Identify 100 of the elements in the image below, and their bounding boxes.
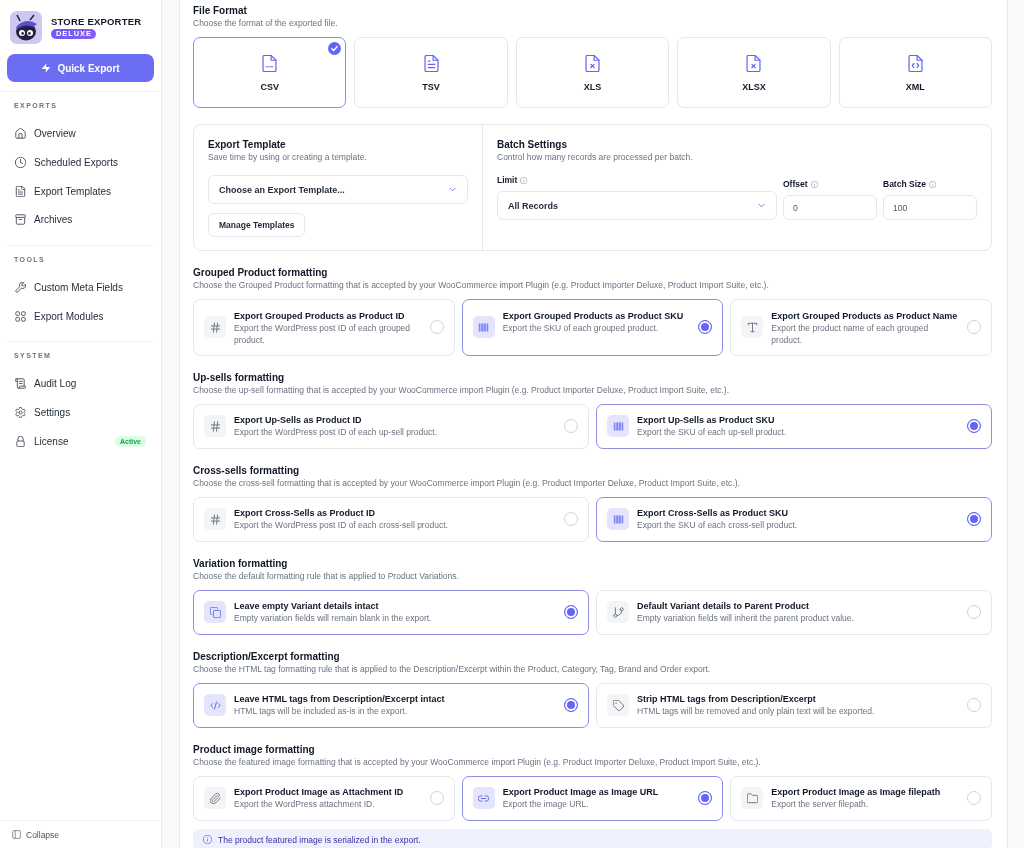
file-x-icon — [584, 55, 601, 72]
hash-icon — [204, 415, 226, 437]
section-subtitle: Choose the cross-sell formatting that is accepted by your WooCommerce import Plugin (e.g. Product Importer Deluxe, Product Import Suite, etc.). — [193, 476, 741, 489]
template-select[interactable]: Choose an Export Template... — [208, 175, 468, 204]
sidebar-item[interactable]: Export Templates — [0, 176, 161, 206]
tag-icon — [607, 694, 629, 716]
hash-icon — [204, 508, 226, 530]
format-option[interactable]: CSV — [193, 37, 347, 108]
section-subtitle: Choose the format of the exported file. — [193, 17, 339, 29]
sidebar-item[interactable]: Audit Log — [0, 369, 161, 399]
section-subtitle: Choose the HTML tag formatting rule that is applied to the Description/Excerpt within the Product, Category, Tag, Brand and Order export. — [193, 662, 712, 675]
radio-button[interactable] — [564, 698, 578, 712]
option-description: Export the WordPress post ID of each cross-sell product. — [234, 519, 449, 531]
file-x-icon — [745, 55, 763, 72]
format-option[interactable]: XLSX — [677, 37, 831, 108]
option-card[interactable]: Export Grouped Products as Product SKU Export the SKU of each grouped product. — [461, 299, 724, 356]
select-field[interactable]: All Records — [497, 191, 777, 220]
brand-name: STORE EXPORTER — [51, 16, 142, 28]
card-subtitle: Save time by using or creating a template. — [208, 151, 367, 163]
option-title: Strip HTML tags from Description/Excerpt — [637, 693, 817, 705]
check-circle-icon — [328, 42, 342, 55]
radio-button[interactable] — [564, 605, 578, 619]
folder-icon — [741, 787, 764, 809]
option-title: Export Product Image as Image filepath — [771, 786, 942, 798]
barcode-icon — [472, 316, 495, 339]
sidebar-item[interactable]: Settings — [0, 398, 161, 427]
option-title: Export Product Image as Attachment ID — [234, 786, 405, 798]
radio-button[interactable] — [967, 419, 981, 433]
section-title: Variation formatting — [193, 556, 289, 570]
chevron-down-icon — [448, 185, 457, 194]
section-subtitle: Choose the default formatting rule that is applied to Product Variations. — [193, 569, 460, 582]
barcode-icon — [607, 415, 629, 437]
chevron-down-icon — [757, 201, 766, 210]
format-option[interactable]: TSV — [354, 37, 508, 108]
barcode-icon — [607, 508, 629, 530]
lock-icon — [15, 435, 26, 447]
link-icon — [472, 787, 495, 809]
logo-icon — [10, 11, 42, 44]
hash-icon — [204, 316, 226, 339]
field-label: Offset — [783, 179, 808, 190]
option-description: Empty variation fields will remain blank in the export. — [234, 612, 433, 624]
option-title: Leave HTML tags from Description/Excerpt intact — [234, 693, 446, 705]
radio-button[interactable] — [698, 791, 713, 805]
option-description: Export the SKU of each up-sell product. — [637, 426, 788, 438]
option-card[interactable]: Export Up-Sells as Product SKU Export the SKU of each up-sell product. — [596, 403, 992, 449]
archive-box-icon — [15, 214, 26, 226]
option-description: Export the SKU of each cross-sell product. — [637, 519, 799, 531]
option-description: Export the WordPress post ID of each up-sell product. — [234, 426, 438, 438]
info-icon — [520, 177, 528, 184]
wrench-icon — [15, 282, 26, 294]
sidebar-item[interactable]: Archives — [0, 205, 161, 235]
sidebar-item[interactable]: Scheduled Exports — [0, 148, 161, 177]
clock-icon — [15, 157, 26, 169]
option-title: Export Grouped Products as Product ID — [234, 309, 406, 322]
section-title: Up-sells formatting — [193, 370, 286, 384]
document-icon — [422, 55, 440, 72]
number-input[interactable]: 100 — [883, 195, 977, 220]
option-card[interactable]: Export Grouped Products as Product Name Export the product name of each grouped product. — [730, 299, 992, 356]
manage-templates-button[interactable]: Manage Templates — [208, 213, 306, 237]
card-title: Export Template — [208, 138, 286, 151]
radio-button[interactable] — [698, 320, 713, 335]
paperclip-icon — [204, 787, 226, 809]
sidebar-item[interactable]: Custom Meta Fields — [0, 273, 161, 302]
lightning-icon — [41, 63, 52, 73]
sidebar-item[interactable]: Overview — [0, 119, 161, 149]
field-label: Limit — [497, 175, 518, 186]
card-subtitle: Control how many records are processed per batch. — [497, 151, 694, 163]
option-card[interactable]: Export Product Image as Image URL Export the image URL. — [461, 775, 724, 821]
number-input[interactable]: 0 — [783, 195, 877, 220]
option-description: Export the product name of each grouped product. — [771, 321, 930, 346]
settings-icon — [15, 407, 26, 419]
format-option[interactable]: XLS — [515, 37, 670, 108]
field-label: Batch Size — [883, 179, 926, 190]
radio-button[interactable] — [967, 512, 981, 526]
option-title: Export Grouped Products as Product SKU — [502, 309, 685, 322]
option-card[interactable]: Default Variant details to Parent Product Empty variation fields will inherit the parent product value. — [596, 589, 992, 635]
sidebar-item[interactable]: Export Modules — [0, 301, 161, 331]
copy-icon — [204, 601, 226, 623]
option-description: Export the SKU of each grouped product. — [502, 321, 660, 334]
option-card[interactable]: Export Up-Sells as Product ID Export the WordPress post ID of each up-sell product. — [193, 403, 589, 449]
quick-export-button[interactable]: Quick Export — [7, 54, 154, 82]
section-subtitle: Choose the Grouped Product formatting that is accepted by your WooCommerce import Plugin (e.g. Product Importer Deluxe, Product Import Suite, etc.). — [193, 279, 770, 291]
option-title: Export Up-Sells as Product SKU — [637, 414, 776, 426]
file-icon — [261, 55, 279, 72]
format-option[interactable]: XML — [838, 37, 992, 108]
option-title: Export Up-Sells as Product ID — [234, 414, 363, 426]
option-card[interactable]: Export Cross-Sells as Product ID Export the WordPress post ID of each cross-sell product. — [193, 496, 589, 542]
card-title: Batch Settings — [497, 138, 568, 151]
section-title: Description/Excerpt formatting — [193, 649, 341, 663]
option-description: Empty variation fields will inherit the parent product value. — [637, 612, 855, 624]
section-title: Grouped Product formatting — [193, 266, 329, 279]
option-card[interactable]: Export Cross-Sells as Product SKU Export the SKU of each cross-sell product. — [596, 496, 992, 542]
section-subtitle: Choose the featured image formatting that is accepted by your WooCommerce import Plugin (e.g. Product Importer Deluxe, Product Import Suite, etc.). — [193, 755, 762, 768]
option-card[interactable]: Export Product Image as Image filepath Export the server filepath. — [730, 775, 992, 821]
option-card[interactable]: Strip HTML tags from Description/Excerpt HTML tags will be removed and only plain text will be exported. — [596, 682, 992, 728]
option-card[interactable]: Leave HTML tags from Description/Excerpt intact HTML tags will be included as-is in the export. — [193, 682, 589, 728]
option-card[interactable]: Export Grouped Products as Product ID Export the WordPress post ID of each grouped product. — [193, 299, 455, 356]
option-card[interactable]: Leave empty Variant details intact Empty variation fields will remain blank in the export. — [193, 589, 589, 635]
option-description: Export the image URL. — [502, 798, 590, 810]
option-card[interactable]: Export Product Image as Attachment ID Export the WordPress attachment ID. — [193, 775, 455, 821]
